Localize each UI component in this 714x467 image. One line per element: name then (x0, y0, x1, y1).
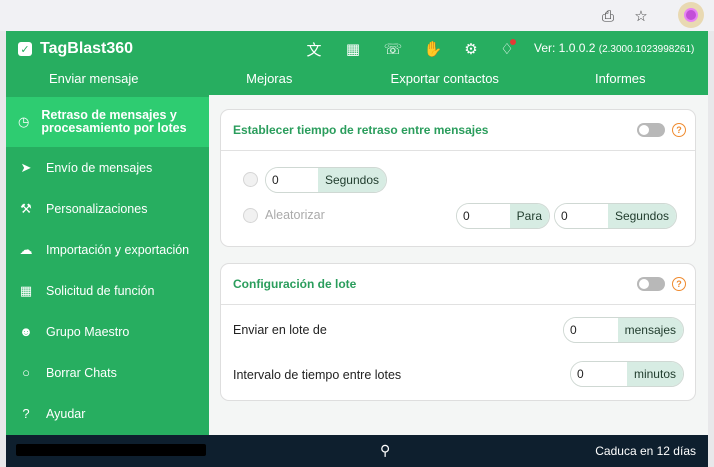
app-name: TagBlast360 (40, 40, 134, 57)
nav-improvements[interactable]: Mejoras (182, 67, 358, 91)
version-build: (2.3000.1023998261) (598, 44, 695, 55)
random-to-input[interactable]: 0 (555, 204, 608, 228)
top-nav: Enviar mensaje Mejoras Exportar contacto… (6, 67, 708, 91)
wrench-icon: ⚒ (20, 200, 32, 216)
sidebar-item-import-export[interactable]: ☁ Importación y exportación (6, 229, 209, 270)
browser-toolbar: ⎙ ☆ (0, 0, 714, 31)
main-content: Establecer tiempo de retraso entre mensa… (209, 95, 708, 435)
sidebar-item-label: Retraso de mensajes y procesamiento por … (41, 107, 187, 135)
random-from-input[interactable]: 0 (457, 204, 510, 228)
delay-card-title: Establecer tiempo de retraso entre mensa… (221, 110, 695, 151)
batch-size-label: Enviar en lote de (233, 323, 327, 337)
fixed-delay-radio[interactable] (243, 172, 258, 187)
batch-help-icon[interactable]: ? (672, 277, 686, 291)
sidebar-item-customizations[interactable]: ⚒ Personalizaciones (6, 188, 209, 229)
batch-size-field[interactable]: 0 mensajes (563, 317, 684, 343)
sidebar-item-delay-batch[interactable]: ◷ Retraso de mensajes y procesamiento po… (6, 97, 209, 147)
chat-icon: ○ (22, 365, 30, 380)
notification-dot (510, 39, 516, 45)
batch-size-input[interactable]: 0 (564, 318, 618, 342)
settings-gear-icon[interactable]: ⚙ (460, 38, 482, 60)
fixed-delay-unit: Segundos (317, 168, 386, 192)
batch-card: Configuración de lote ? Enviar en lote d… (220, 263, 696, 401)
batch-interval-field[interactable]: 0 minutos (570, 361, 684, 387)
batch-card-title: Configuración de lote (221, 264, 695, 305)
translate-icon[interactable]: 文 (303, 38, 325, 60)
sidebar-item-label: Importación y exportación (46, 242, 190, 257)
sidebar-item-label: Ayudar (46, 406, 86, 421)
version-number: Ver: 1.0.0.2 (534, 41, 596, 55)
cloud-upload-icon: ☁ (19, 241, 33, 257)
random-to-field[interactable]: 0 Segundos (554, 203, 677, 229)
delay-toggle[interactable] (637, 123, 665, 137)
sidebar-item-label: Grupo Maestro (46, 324, 130, 339)
notification-bell-icon[interactable]: ♢ (496, 38, 518, 60)
sidebar-item-label: Personalizaciones (46, 201, 148, 216)
grid-icon: ▦ (19, 282, 33, 298)
app-footer: ⚲ Caduca en 12 días (6, 435, 708, 467)
key-icon[interactable]: ⚲ (380, 442, 390, 459)
redacted-account (16, 444, 206, 456)
sidebar: ◷ Retraso de mensajes y procesamiento po… (6, 95, 209, 435)
random-to-unit: Segundos (607, 204, 676, 228)
help-icon: ? (22, 406, 30, 421)
sidebar-item-label: Solicitud de función (46, 283, 155, 298)
sidebar-item-clear-chats[interactable]: ○ Borrar Chats (6, 352, 209, 393)
delay-help-icon[interactable]: ? (672, 123, 686, 137)
send-icon: ➤ (20, 159, 32, 175)
gamepad-icon[interactable]: ▦ (342, 38, 364, 60)
delay-card: Establecer tiempo de retraso entre mensa… (220, 109, 696, 247)
extension-avatar-icon[interactable] (678, 2, 704, 28)
fixed-delay-field[interactable]: 0 Segundos (265, 167, 387, 193)
version-label: Ver: 1.0.0.2 (2.3000.1023998261) (534, 41, 694, 55)
sidebar-item-feature-request[interactable]: ▦ Solicitud de función (6, 270, 209, 311)
random-delay-radio[interactable] (243, 208, 258, 223)
users-icon: ☻ (19, 324, 33, 339)
batch-interval-unit: minutos (626, 362, 683, 386)
fixed-delay-input[interactable]: 0 (266, 168, 318, 192)
batch-size-unit: mensajes (617, 318, 683, 342)
batch-interval-input[interactable]: 0 (571, 362, 627, 386)
app-header: ✓ TagBlast360 文 ▦ ☏ ✋ ⚙ ♢ Ver: 1.0.0.2 (… (6, 31, 708, 95)
nav-send-message[interactable]: Enviar mensaje (6, 67, 182, 91)
bookmark-star-icon[interactable]: ☆ (631, 6, 651, 26)
batch-interval-label: Intervalo de tiempo entre lotes (233, 368, 402, 382)
sidebar-item-send[interactable]: ➤ Envío de mensajes (6, 147, 209, 188)
sidebar-item-label: Borrar Chats (46, 365, 117, 380)
sidebar-item-label: Envío de mensajes (46, 160, 153, 175)
random-from-field[interactable]: 0 Para (456, 203, 550, 229)
logo-check-icon: ✓ (18, 42, 32, 56)
install-app-icon[interactable]: ⎙ (598, 6, 618, 26)
batch-toggle[interactable] (637, 277, 665, 291)
nav-export-contacts[interactable]: Exportar contactos (357, 67, 533, 91)
clock-settings-icon: ◷ (18, 114, 30, 130)
sidebar-item-master-group[interactable]: ☻ Grupo Maestro (6, 311, 209, 352)
headset-support-icon[interactable]: ☏ (382, 38, 404, 60)
extension-popup: ✓ TagBlast360 文 ▦ ☏ ✋ ⚙ ♢ Ver: 1.0.0.2 (… (6, 31, 708, 467)
license-expiry: Caduca en 12 días (595, 444, 696, 458)
sidebar-item-help[interactable]: ? Ayudar (6, 393, 209, 434)
random-delay-label: Aleatorizar (265, 208, 325, 222)
brand: ✓ TagBlast360 (18, 40, 133, 58)
donate-hand-icon[interactable]: ✋ (422, 38, 444, 60)
random-from-unit: Para (509, 204, 549, 228)
nav-reports[interactable]: Informes (533, 67, 709, 91)
